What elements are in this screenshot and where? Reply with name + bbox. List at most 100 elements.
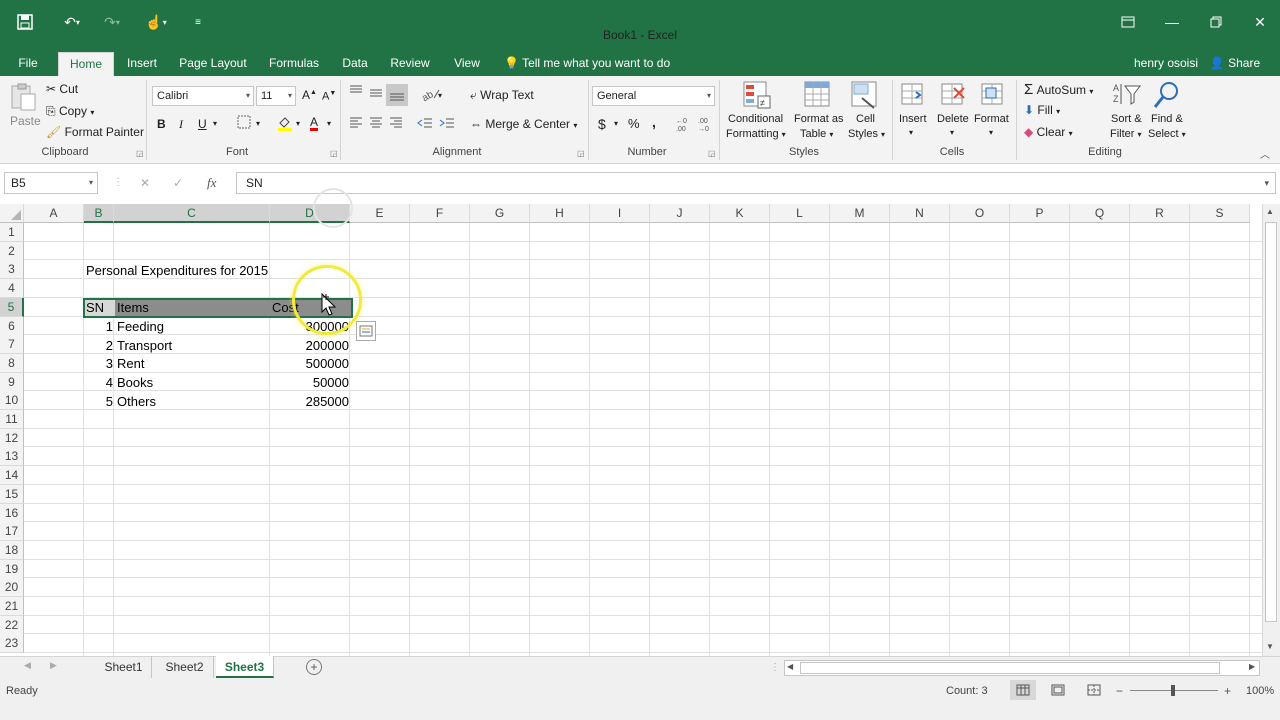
- cell-item[interactable]: Others: [117, 392, 156, 411]
- insert-cells-icon[interactable]: [898, 80, 928, 110]
- chevron-down-icon[interactable]: ▾: [213, 119, 217, 128]
- tab-home[interactable]: Home: [58, 52, 114, 76]
- merge-center-button[interactable]: ⇔ Merge & Center ▾: [470, 117, 577, 131]
- grow-font-button[interactable]: A▲: [302, 88, 317, 102]
- horizontal-scroll-thumb[interactable]: [800, 662, 1220, 674]
- minimize-icon[interactable]: —: [1162, 10, 1182, 34]
- column-header-f[interactable]: F: [410, 204, 470, 223]
- cell-sn[interactable]: 4: [85, 373, 115, 392]
- alignment-launcher-icon[interactable]: ◲: [577, 149, 585, 158]
- scroll-down-icon[interactable]: ▼: [1266, 642, 1274, 651]
- fill-color-icon[interactable]: [276, 114, 294, 135]
- tab-data[interactable]: Data: [336, 52, 374, 76]
- normal-view-button[interactable]: [1010, 680, 1036, 700]
- cell-item[interactable]: Feeding: [117, 317, 164, 336]
- column-header-r[interactable]: R: [1130, 204, 1190, 223]
- column-header-h[interactable]: H: [530, 204, 590, 223]
- column-header-j[interactable]: J: [650, 204, 710, 223]
- zoom-slider-thumb[interactable]: [1171, 685, 1175, 696]
- format-painter-button[interactable]: 🖌 Format Painter: [46, 125, 144, 139]
- row-header-17[interactable]: 17: [0, 522, 24, 542]
- fill-button[interactable]: ⬇ Fill ▾: [1024, 103, 1060, 117]
- column-header-q[interactable]: Q: [1070, 204, 1130, 223]
- cell-cost[interactable]: 200000: [271, 336, 351, 355]
- sort-filter-icon[interactable]: AZ: [1112, 80, 1142, 110]
- row-header-2[interactable]: 2: [0, 241, 24, 261]
- scroll-right-icon[interactable]: ▶: [1249, 662, 1255, 671]
- column-header-i[interactable]: I: [590, 204, 650, 223]
- conditional-formatting-label-2[interactable]: Formatting ▾: [726, 128, 786, 140]
- find-select-label-2[interactable]: Select ▾: [1148, 128, 1186, 140]
- restore-icon[interactable]: [1206, 10, 1226, 34]
- chevron-down-icon[interactable]: ▾: [327, 119, 331, 128]
- cell-item[interactable]: Rent: [117, 354, 144, 373]
- cell-cost[interactable]: 500000: [271, 354, 351, 373]
- sheet-tab-3[interactable]: Sheet3: [216, 656, 274, 678]
- delete-cells-label[interactable]: Delete: [937, 113, 969, 125]
- row-header-9[interactable]: 9: [0, 372, 24, 392]
- scroll-up-icon[interactable]: ▲: [1266, 207, 1274, 216]
- row-header-12[interactable]: 12: [0, 428, 24, 448]
- column-header-k[interactable]: K: [710, 204, 770, 223]
- formula-input[interactable]: SN ▾: [236, 172, 1276, 194]
- insert-cells-label[interactable]: Insert: [899, 113, 927, 125]
- bold-button[interactable]: B: [157, 117, 166, 131]
- autosum-button[interactable]: Σ AutoSum ▾: [1024, 81, 1093, 98]
- cell-sn[interactable]: 5: [85, 392, 115, 411]
- share-button[interactable]: 👤 Share: [1208, 52, 1262, 76]
- tab-insert[interactable]: Insert: [120, 52, 164, 76]
- decrease-decimal-icon[interactable]: .00 →0: [698, 116, 716, 135]
- add-sheet-icon[interactable]: +: [306, 659, 322, 675]
- collapse-ribbon-icon[interactable]: ︿: [1260, 146, 1270, 161]
- confirm-entry-icon[interactable]: ✓: [173, 176, 183, 190]
- wrap-text-button[interactable]: ⤶ Wrap Text: [470, 88, 534, 103]
- align-middle-icon[interactable]: [368, 86, 384, 103]
- tab-review[interactable]: Review: [386, 52, 434, 76]
- currency-button[interactable]: $: [598, 116, 606, 132]
- format-cells-icon[interactable]: [978, 80, 1008, 110]
- column-header-g[interactable]: G: [470, 204, 530, 223]
- tab-file[interactable]: File: [8, 52, 48, 76]
- row-header-14[interactable]: 14: [0, 466, 24, 486]
- number-launcher-icon[interactable]: ◲: [708, 149, 716, 158]
- sheet-title-cell[interactable]: Personal Expenditures for 2015: [86, 261, 268, 280]
- row-header-19[interactable]: 19: [0, 559, 24, 579]
- paste-label[interactable]: Paste: [10, 114, 41, 128]
- row-header-10[interactable]: 10: [0, 391, 24, 411]
- row-header-5[interactable]: 5: [0, 297, 24, 317]
- conditional-formatting-label[interactable]: Conditional: [728, 113, 783, 125]
- page-layout-view-icon[interactable]: [1050, 683, 1066, 700]
- row-header-7[interactable]: 7: [0, 335, 24, 355]
- format-as-table-icon[interactable]: [803, 80, 833, 110]
- zoom-in-icon[interactable]: +: [1224, 684, 1231, 698]
- row-header-16[interactable]: 16: [0, 503, 24, 523]
- row-header-8[interactable]: 8: [0, 353, 24, 373]
- header-sn[interactable]: SN: [86, 298, 104, 317]
- name-box[interactable]: B5 ▾: [4, 172, 98, 194]
- cell-item[interactable]: Transport: [117, 336, 172, 355]
- zoom-out-icon[interactable]: −: [1116, 684, 1123, 698]
- row-header-15[interactable]: 15: [0, 484, 24, 504]
- sheet-tab-2[interactable]: Sheet2: [156, 656, 214, 678]
- tab-formulas[interactable]: Formulas: [264, 52, 324, 76]
- sheet-tab-1[interactable]: Sheet1: [96, 656, 152, 678]
- user-name[interactable]: henry osoisi: [1130, 52, 1202, 76]
- header-items[interactable]: Items: [117, 298, 149, 317]
- font-launcher-icon[interactable]: ◲: [330, 149, 338, 158]
- cell-sn[interactable]: 3: [85, 354, 115, 373]
- copy-button[interactable]: ⎘ Copy ▾: [46, 104, 94, 119]
- select-all-corner[interactable]: [0, 204, 24, 223]
- format-cells-label[interactable]: Format: [974, 113, 1009, 125]
- row-header-4[interactable]: 4: [0, 279, 24, 299]
- ribbon-display-icon[interactable]: [1118, 10, 1138, 34]
- column-header-o[interactable]: O: [950, 204, 1010, 223]
- cell-styles-label[interactable]: Cell: [856, 113, 875, 125]
- align-top-icon[interactable]: [348, 84, 364, 101]
- chevron-down-icon[interactable]: ▾: [950, 128, 954, 137]
- cell-item[interactable]: Books: [117, 373, 153, 392]
- delete-cells-icon[interactable]: [938, 80, 968, 110]
- percent-button[interactable]: %: [628, 116, 640, 131]
- italic-button[interactable]: I: [179, 117, 183, 132]
- row-header-21[interactable]: 21: [0, 597, 24, 616]
- number-format-select[interactable]: General ▾: [592, 86, 715, 106]
